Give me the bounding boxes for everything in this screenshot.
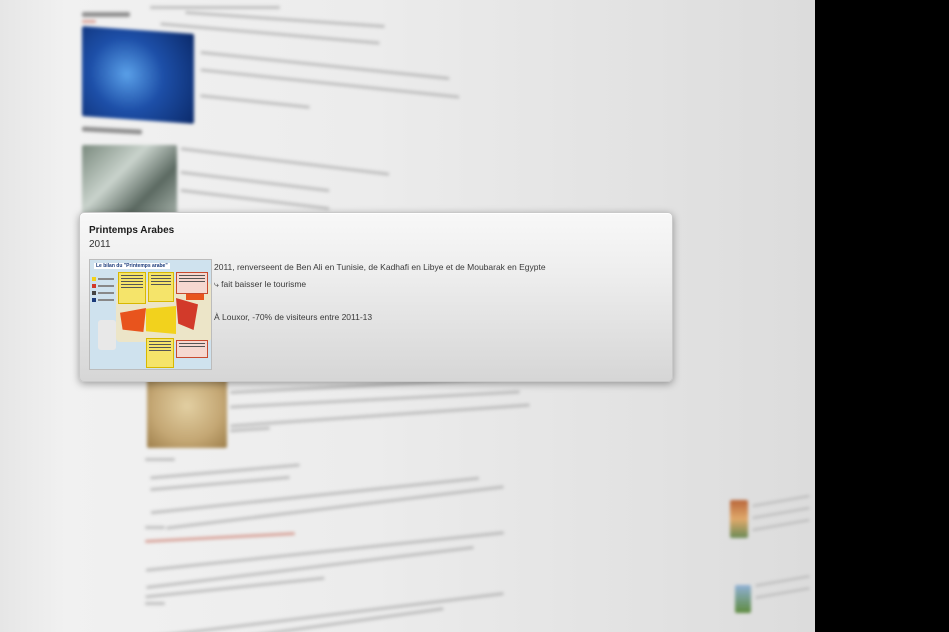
- printemps-arabes-card[interactable]: Printemps Arabes 2011 Le bilan du "Print…: [79, 212, 673, 382]
- card-line-3: À Louxor, -70% de visiteurs entre 2011-1…: [214, 312, 373, 322]
- card-title: Printemps Arabes: [89, 225, 175, 236]
- card-line-1: 2011, renverseent de Ben Ali en Tunisie,…: [214, 262, 546, 272]
- arab-spring-map-image: Le bilan du "Printemps arabe": [89, 259, 212, 370]
- card-line-2: ⤷ fait baisser le tourisme: [214, 279, 307, 289]
- thumbnail-image: [82, 26, 194, 124]
- thumbnail-image: [82, 145, 177, 215]
- map-title: Le bilan du "Printemps arabe": [94, 263, 170, 269]
- card-year: 2011: [89, 239, 111, 250]
- thumbnail-image: [735, 585, 751, 613]
- thumbnail-image: [147, 378, 227, 448]
- map-legend: [92, 274, 116, 305]
- document-page: Printemps Arabes 2011 Le bilan du "Print…: [0, 0, 815, 632]
- thumbnail-image: [730, 500, 748, 538]
